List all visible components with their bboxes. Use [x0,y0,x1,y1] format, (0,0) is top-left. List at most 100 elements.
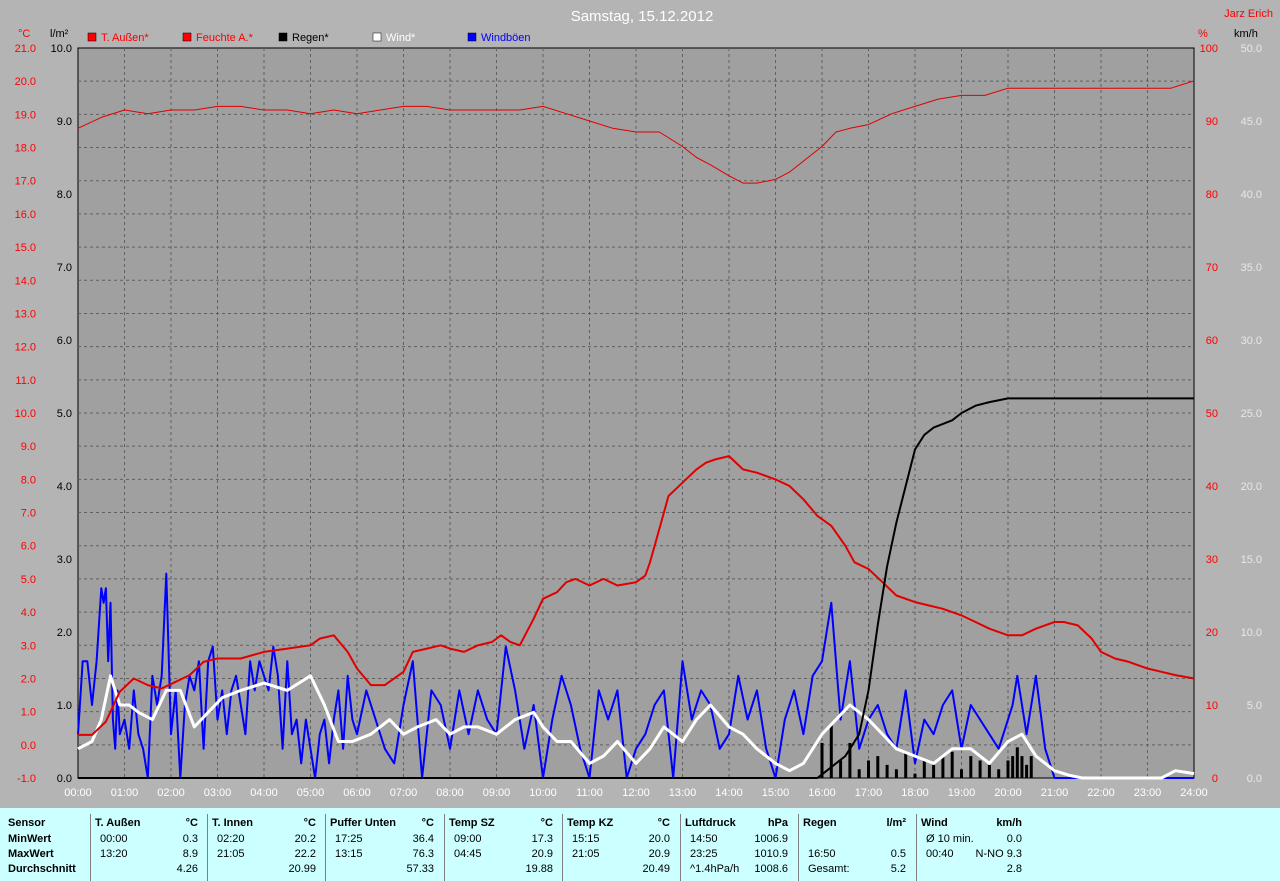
stats-value: 4.26 [176,863,198,875]
wind-tick-label: 15.0 [1241,554,1262,566]
stats-value: 5.2 [890,863,906,875]
x-tick-label: 24:00 [1180,787,1208,799]
stats-time: 17:25 [335,833,363,845]
temp-tick-label: 19.0 [15,109,36,121]
stats-time: 02:20 [217,833,245,845]
x-tick-label: 20:00 [994,787,1022,799]
humidity-tick-label: 80 [1206,189,1218,201]
rain-tick-label: 3.0 [57,554,72,566]
wind-tick-label: 10.0 [1241,627,1262,639]
wind-tick-label: 30.0 [1241,335,1262,347]
unit-humidity: % [1198,28,1208,40]
stats-time: 00:00 [100,833,128,845]
stats-column-unit: °C [421,817,434,829]
rain-bar [857,769,861,778]
x-tick-label: 03:00 [204,787,232,799]
rain-bar [876,756,880,778]
stats-value: 20.2 [294,833,316,845]
temp-tick-label: 1.0 [21,707,36,719]
rain-tick-label: 6.0 [57,335,72,347]
rain-bar [941,756,945,778]
rain-bar [913,773,917,778]
temp-tick-label: 10.0 [15,408,36,420]
stats-time: 04:45 [454,848,482,860]
temp-tick-label: 12.0 [15,342,36,354]
stats-column-unit: l/m² [886,817,906,829]
stats-time: Gesamt: [808,863,850,875]
humidity-tick-label: 50 [1206,408,1218,420]
column-separator [680,814,681,881]
temp-tick-label: 17.0 [15,176,36,188]
stats-value: 1006.9 [754,833,788,845]
humidity-tick-label: 40 [1206,481,1218,493]
temp-tick-label: 3.0 [21,640,36,652]
x-tick-label: 05:00 [297,787,325,799]
stats-time: 09:00 [454,833,482,845]
wind-tick-label: 20.0 [1241,481,1262,493]
stats-column-header: Sensor [8,817,46,829]
wind-tick-label: 40.0 [1241,189,1262,201]
temp-tick-label: 21.0 [15,43,36,55]
stats-time: ^1.4hPa/h [690,863,740,875]
x-tick-label: 14:00 [715,787,743,799]
rain-tick-label: 9.0 [57,116,72,128]
stats-time: Ø 10 min. [926,833,974,845]
stats-column-header: Wind [921,817,948,829]
temp-tick-label: 2.0 [21,673,36,685]
stats-value: 1010.9 [754,848,788,860]
stats-value: 17.3 [531,833,553,845]
temp-tick-label: 18.0 [15,143,36,155]
rain-bar [829,725,833,778]
stats-row-label: MaxWert [8,848,54,860]
x-tick-label: 16:00 [808,787,836,799]
weather-chart: 21.0 20.0 19.0 18.0 17.0 16.0 15.0 14.0 13.0 12.0… [0,0,1280,808]
column-separator [562,814,563,881]
rain-tick-label: 4.0 [57,481,72,493]
stats-value: 1008.6 [754,863,788,875]
rain-bar [839,760,843,778]
stats-column-header: T. Außen [95,817,141,829]
stats-value: 20.9 [648,848,670,860]
stats-column-header: Temp SZ [449,817,495,829]
stats-column-unit: °C [303,817,316,829]
temp-tick-label: 11.0 [15,375,36,387]
legend-label: Feuchte A.* [196,32,254,44]
wind-tick-label: 5.0 [1247,700,1262,712]
rain-bar [1025,764,1029,778]
x-tick-label: 04:00 [250,787,278,799]
stats-time: 14:50 [690,833,718,845]
column-separator [90,814,91,881]
stats-value: N-NO 9.3 [975,848,1022,860]
wind-tick-label: 0.0 [1247,773,1262,785]
x-tick-label: 11:00 [576,787,603,799]
stats-value: 0.0 [1006,833,1022,845]
stats-time: 13:20 [100,848,128,860]
rain-bar [922,760,926,778]
legend-label: T. Außen* [101,32,149,44]
temp-tick-label: 15.0 [15,242,36,254]
stats-row-label: MinWert [8,833,52,845]
rain-bar [885,764,889,778]
unit-wind: km/h [1234,28,1258,40]
stats-value: 19.88 [525,863,553,875]
stats-row-label: Durchschnitt [8,863,76,875]
stats-column-header: Temp KZ [567,817,614,829]
x-tick-label: 08:00 [436,787,464,799]
stats-value: 57.33 [406,863,434,875]
x-tick-label: 22:00 [1087,787,1115,799]
temp-tick-label: 9.0 [21,441,36,453]
legend-label: Wind* [386,32,416,44]
x-tick-label: 00:00 [64,787,92,799]
stats-value: 8.9 [182,848,198,860]
x-tick-label: 01:00 [111,787,139,799]
wind-tick-label: 25.0 [1241,408,1262,420]
rain-bar [978,760,982,778]
rain-tick-label: 2.0 [57,627,72,639]
rain-bar [932,764,936,778]
stats-value: 22.2 [294,848,316,860]
x-tick-label: 17:00 [855,787,883,799]
rain-bar [904,751,908,778]
temp-tick-label: 20.0 [15,76,36,88]
temp-tick-label: 0.0 [21,740,36,752]
stats-time: 21:05 [572,848,600,860]
